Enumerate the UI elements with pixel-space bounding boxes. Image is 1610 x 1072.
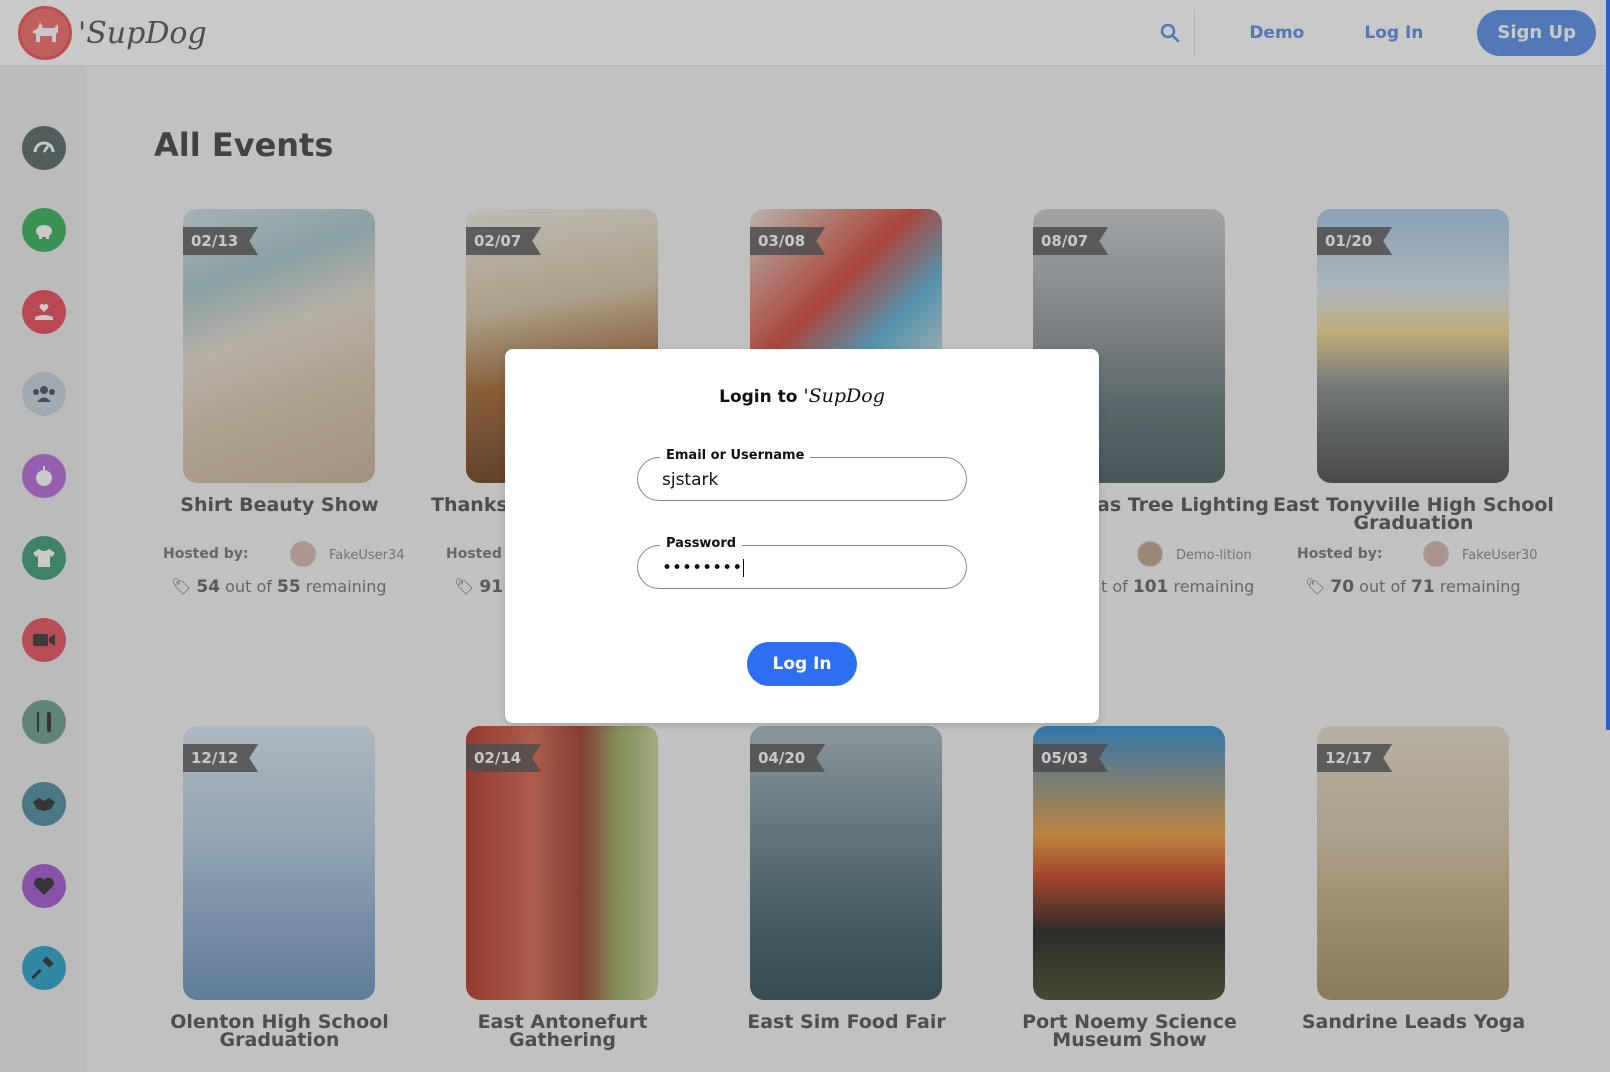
password-value[interactable]: •••••••• (662, 558, 745, 578)
login-button[interactable]: Log In (747, 642, 857, 686)
email-field[interactable]: Email or Username sjstark (637, 448, 967, 501)
scrollbar[interactable] (1606, 0, 1610, 730)
text-caret (743, 559, 745, 577)
email-label: Email or Username (660, 448, 811, 463)
modal-title: Login to 'SupDog (505, 385, 1099, 407)
login-modal: Login to 'SupDog Email or Username sjsta… (505, 349, 1099, 723)
password-field[interactable]: Password •••••••• (637, 536, 967, 589)
password-label: Password (660, 536, 743, 551)
modal-title-brand: 'SupDog (803, 385, 885, 407)
modal-title-prefix: Login to (719, 387, 798, 407)
email-value[interactable]: sjstark (662, 470, 718, 490)
